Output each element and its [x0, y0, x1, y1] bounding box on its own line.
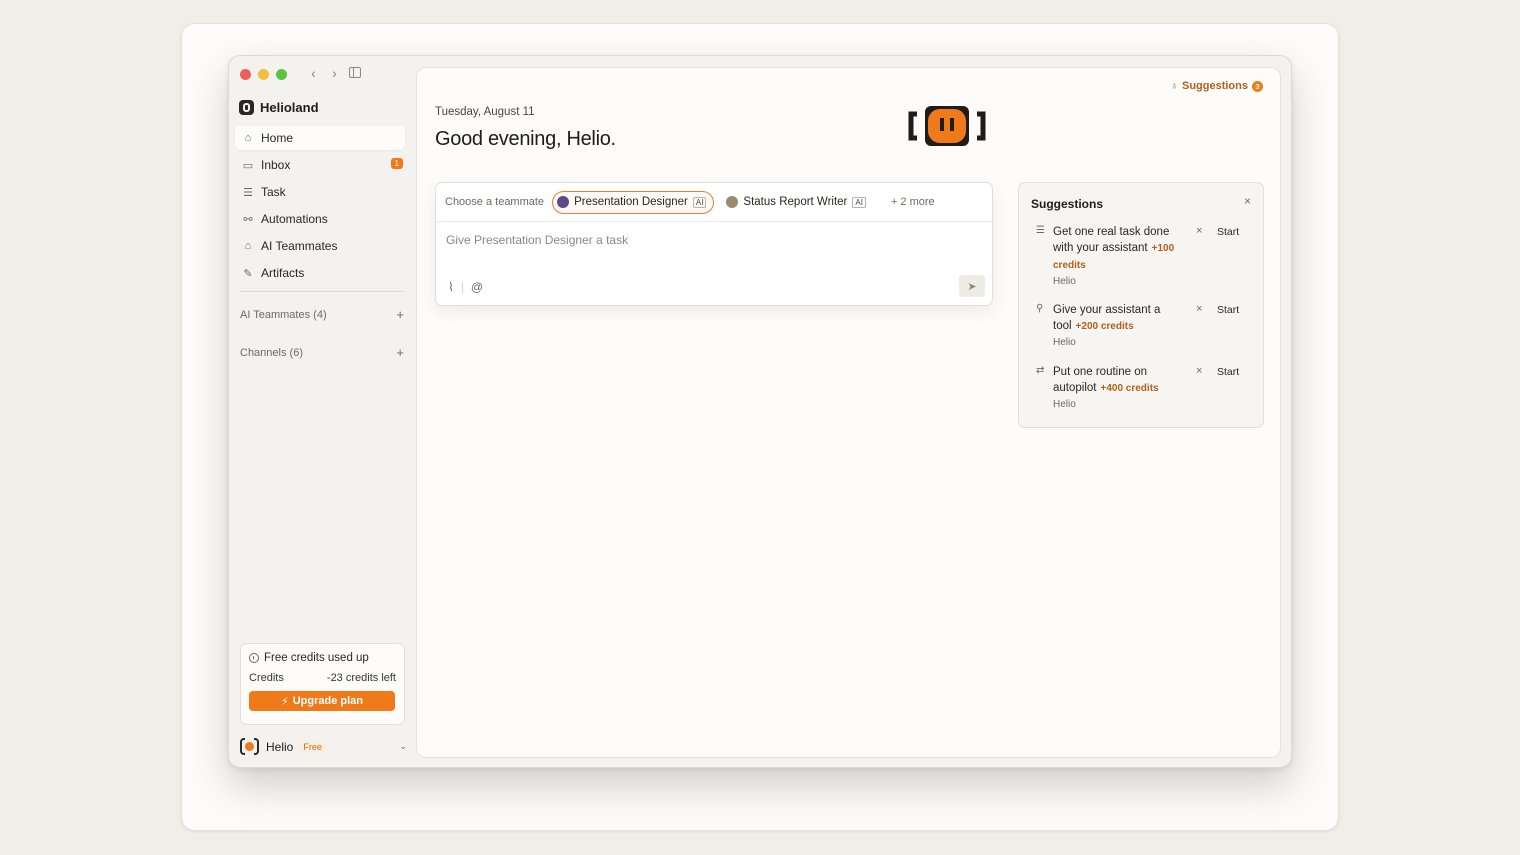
- lightbulb-icon: ♁: [1170, 80, 1178, 92]
- user-menu[interactable]: Helio Free ⌄: [239, 736, 407, 757]
- nav-label: Artifacts: [261, 266, 305, 280]
- suggestion-author: Helio: [1053, 399, 1076, 410]
- add-teammate-icon[interactable]: +: [396, 308, 404, 321]
- nav-item-task[interactable]: ☰ Task: [235, 180, 405, 204]
- workspace-switcher[interactable]: Helioland: [239, 100, 319, 115]
- clock-icon: [249, 653, 259, 663]
- repeat-icon: ⇄: [1036, 365, 1045, 376]
- artifacts-icon: ✎: [243, 267, 253, 280]
- suggestion-credits: +200 credits: [1075, 321, 1134, 332]
- avatar: [239, 736, 260, 757]
- suggestions-toggle-label: Suggestions: [1181, 80, 1248, 92]
- sidebar-divider: [240, 291, 404, 292]
- teammate-name: Status Report Writer: [743, 196, 848, 208]
- inbox-count-badge: 1: [390, 158, 403, 169]
- nav-item-automations[interactable]: ⚯ Automations: [235, 207, 405, 231]
- automations-icon: ⚯: [243, 213, 253, 226]
- dismiss-icon[interactable]: ×: [1196, 225, 1202, 237]
- credits-value: -23 credits left: [326, 672, 396, 684]
- nav-item-artifacts[interactable]: ✎ Artifacts: [235, 261, 405, 285]
- suggestions-title: Suggestions: [1031, 197, 1104, 211]
- page-title: Good evening, Helio.: [435, 128, 616, 150]
- teammate-picker: Choose a teammate Presentation Designer …: [436, 183, 992, 222]
- section-ai-teammates[interactable]: AI Teammates (4) +: [240, 308, 404, 321]
- section-label: AI Teammates (4): [240, 309, 327, 321]
- nav-item-ai-teammates[interactable]: ⌂ AI Teammates: [235, 234, 405, 258]
- home-icon: ⌂: [244, 132, 252, 144]
- chevron-down-icon[interactable]: ⌄: [399, 741, 407, 752]
- suggestion-text: Give your assistant a tool +200 credits H…: [1053, 302, 1181, 351]
- credits-card: Free credits used up Credits -23 credits…: [240, 643, 405, 725]
- close-icon[interactable]: ×: [1244, 194, 1251, 208]
- teammate-avatar: [557, 196, 570, 208]
- suggestion-author: Helio: [1053, 337, 1076, 348]
- sidebar: Helioland ⌂ Home ▭ Inbox 1 ☰ Task ⚯ Auto…: [229, 56, 415, 767]
- paperclip-icon[interactable]: ⌇: [448, 280, 454, 294]
- nav-label: Task: [261, 185, 286, 199]
- start-button[interactable]: Start: [1217, 304, 1239, 316]
- user-name: Helio: [266, 739, 294, 754]
- section-label: Channels (6): [240, 347, 303, 359]
- nav-label: AI Teammates: [261, 239, 338, 253]
- upgrade-label: Upgrade plan: [292, 695, 364, 707]
- teammate-chip-status-report-writer[interactable]: Status Report Writer AI: [722, 191, 873, 214]
- start-button[interactable]: Start: [1217, 226, 1239, 238]
- plug-icon: ⚲: [1036, 303, 1044, 314]
- workspace-logo-icon: [239, 100, 254, 115]
- nav-label: Home: [261, 131, 294, 145]
- plan-badge: Free: [299, 740, 326, 753]
- teammate-avatar: [726, 196, 739, 208]
- inbox-icon: ▭: [242, 159, 254, 172]
- teammate-name: Presentation Designer: [574, 196, 688, 208]
- choose-teammate-label: Choose a teammate: [445, 196, 545, 208]
- upgrade-plan-button[interactable]: ⚡ Upgrade plan: [249, 691, 395, 711]
- tool-separator: [461, 281, 463, 293]
- credits-label: Credits: [249, 672, 284, 684]
- dismiss-icon[interactable]: ×: [1196, 303, 1202, 315]
- send-button[interactable]: ➤: [959, 275, 985, 297]
- task-input[interactable]: [446, 233, 966, 247]
- nav-item-inbox[interactable]: ▭ Inbox 1: [235, 153, 405, 177]
- nav-label: Automations: [261, 212, 328, 226]
- suggestion-author: Helio: [1053, 276, 1076, 287]
- more-teammates-button[interactable]: + 2 more: [891, 196, 935, 208]
- ai-teammates-icon: ⌂: [244, 240, 252, 252]
- task-list-icon: ☰: [243, 186, 253, 199]
- credits-heading-text: Free credits used up: [264, 652, 369, 664]
- main-panel: ♁ Suggestions 3 Tuesday, August 11 Good …: [416, 67, 1281, 758]
- ai-tag: AI: [852, 196, 866, 208]
- send-icon: ➤: [967, 280, 977, 293]
- bolt-icon: ⚡: [280, 695, 289, 708]
- mention-icon[interactable]: @: [471, 280, 483, 294]
- task-list-icon: ☰: [1036, 225, 1045, 236]
- dismiss-icon[interactable]: ×: [1196, 365, 1202, 377]
- start-button[interactable]: Start: [1217, 366, 1239, 378]
- current-date: Tuesday, August 11: [435, 106, 535, 118]
- teammate-chip-presentation-designer[interactable]: Presentation Designer AI: [552, 190, 715, 214]
- nav-item-home[interactable]: ⌂ Home: [235, 126, 405, 150]
- ai-tag: AI: [692, 196, 707, 208]
- workspace-name: Helioland: [260, 100, 319, 115]
- nav-label: Inbox: [261, 158, 291, 172]
- composer-tools: ⌇ @: [448, 280, 483, 294]
- suggestions-count-badge: 3: [1252, 80, 1263, 92]
- credits-row: Credits -23 credits left: [249, 672, 396, 684]
- section-channels[interactable]: Channels (6) +: [240, 346, 404, 359]
- suggestion-text: Put one routine on autopilot +400 credits…: [1053, 364, 1181, 413]
- suggestions-toggle[interactable]: ♁ Suggestions 3: [1170, 80, 1263, 92]
- app-window: ‹ › Helioland ⌂ Home ▭ Inbox 1 ☰ Task ⚯: [228, 55, 1292, 768]
- mascot-logo-icon: [908, 106, 986, 146]
- add-channel-icon[interactable]: +: [396, 346, 404, 359]
- suggestion-credits: +400 credits: [1100, 383, 1159, 394]
- main-nav: ⌂ Home ▭ Inbox 1 ☰ Task ⚯ Automations ⌂ …: [235, 126, 405, 288]
- task-composer: Choose a teammate Presentation Designer …: [435, 182, 993, 306]
- suggestion-text: Get one real task done with your assista…: [1053, 224, 1181, 290]
- credits-heading: Free credits used up: [249, 652, 396, 664]
- suggestions-panel: Suggestions × ☰ Get one real task done w…: [1018, 182, 1264, 428]
